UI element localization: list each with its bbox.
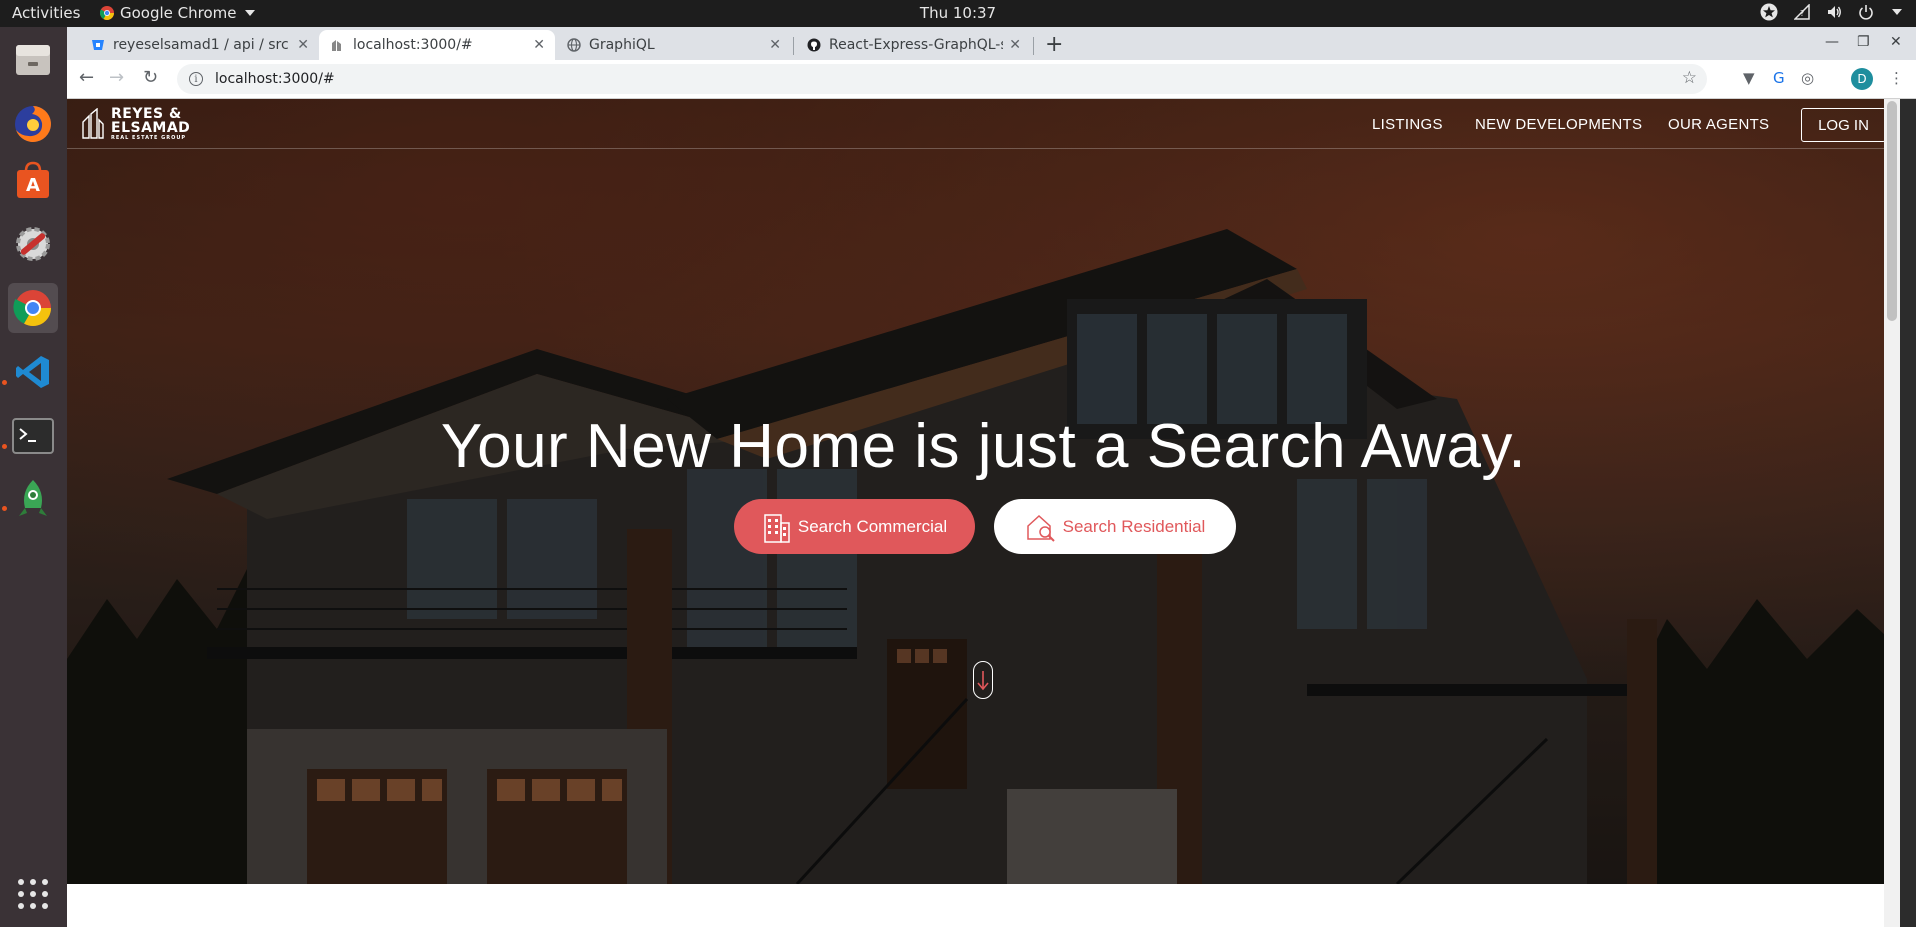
info-icon[interactable]: i xyxy=(189,72,203,86)
volume-icon xyxy=(1828,6,1841,18)
tab-title: GraphiQL xyxy=(589,37,655,53)
chevron-down-icon xyxy=(244,10,255,16)
maximize-button[interactable]: ❐ xyxy=(1857,34,1870,50)
bookmark-star-icon[interactable]: ☆ xyxy=(1682,68,1697,88)
hero-headline: Your New Home is just a Search Away. xyxy=(440,412,1527,481)
dock-vscode[interactable] xyxy=(8,347,58,397)
system-top-bar: Activities Google Chrome Thu 10:37 ? xyxy=(0,0,1916,27)
file-cabinet-icon xyxy=(16,45,50,75)
tab-separator xyxy=(1033,37,1034,55)
site-icon xyxy=(332,40,341,51)
gear-wrench-icon xyxy=(16,227,50,261)
activities-button[interactable]: Activities xyxy=(12,4,80,22)
running-indicator xyxy=(2,380,7,385)
site-logo[interactable]: REYES & ELSAMAD REAL ESTATE GROUP xyxy=(81,107,190,141)
app-menu[interactable]: Google Chrome xyxy=(100,4,255,22)
svg-text:?: ? xyxy=(1800,9,1804,18)
nav-new-developments[interactable]: NEW DEVELOPMENTS xyxy=(1475,116,1642,133)
chrome-icon xyxy=(100,6,114,20)
shopping-bag-icon: A xyxy=(17,161,49,198)
system-tray[interactable]: ? xyxy=(1760,3,1902,21)
profile-avatar[interactable]: D xyxy=(1851,68,1873,90)
scrollbar-thumb[interactable] xyxy=(1887,101,1897,321)
vuetify-extension-icon[interactable]: ▼ xyxy=(1743,69,1755,87)
tab-localhost[interactable]: localhost:3000/# ✕ xyxy=(319,30,555,60)
chrome-icon xyxy=(13,290,52,327)
nav-our-agents[interactable]: OUR AGENTS xyxy=(1668,116,1769,133)
tab-title: reyeselsamad1 / api / src xyxy=(113,37,289,53)
logo-tagline: REAL ESTATE GROUP xyxy=(111,135,187,141)
tab-title: localhost:3000/# xyxy=(353,37,473,53)
bitbucket-icon xyxy=(92,40,104,50)
running-indicator xyxy=(2,506,7,511)
network-icon: ? xyxy=(1794,4,1810,20)
close-icon[interactable]: ✕ xyxy=(769,37,781,53)
page-scrollbar[interactable] xyxy=(1884,99,1900,927)
dock-firefox[interactable] xyxy=(8,99,58,149)
dock: A xyxy=(0,27,67,927)
clock[interactable]: Thu 10:37 xyxy=(920,4,996,22)
logo-line-1: REYES & xyxy=(111,106,182,122)
address-bar[interactable]: i localhost:3000/# ☆ xyxy=(177,64,1707,94)
browser-toolbar: ← → ↻ i localhost:3000/# ☆ ▼ G ◎ D ⋮ xyxy=(67,60,1916,99)
power-icon xyxy=(1859,5,1873,20)
tab-github[interactable]: React-Express-GraphQL-s ✕ xyxy=(795,30,1031,60)
dock-settings[interactable] xyxy=(8,219,58,269)
house-search-icon xyxy=(1026,514,1055,542)
close-icon[interactable]: ✕ xyxy=(533,37,545,53)
close-window-button[interactable]: ✕ xyxy=(1890,34,1902,50)
search-residential-label: Search Residential xyxy=(1062,516,1206,536)
github-icon xyxy=(807,38,821,52)
firefox-icon xyxy=(15,106,51,142)
building-logo-icon xyxy=(82,108,104,139)
logo-line-2: ELSAMAD xyxy=(111,120,191,136)
terminal-icon xyxy=(12,418,54,454)
extension-icon[interactable]: ◎ xyxy=(1801,69,1814,87)
app-name: Google Chrome xyxy=(120,4,237,22)
url-text: localhost:3000/# xyxy=(215,71,335,87)
search-commercial-label: Search Commercial xyxy=(797,516,948,536)
menu-kebab-icon[interactable]: ⋮ xyxy=(1889,69,1904,87)
dock-software-center[interactable]: A xyxy=(8,155,58,205)
dock-terminal[interactable] xyxy=(8,411,58,461)
hero-overlay xyxy=(67,99,1900,884)
translate-extension-icon[interactable]: G xyxy=(1773,69,1785,87)
globe-icon xyxy=(567,38,581,52)
close-icon[interactable]: ✕ xyxy=(1009,37,1021,53)
scroll-down-indicator[interactable] xyxy=(973,661,993,699)
tab-bitbucket[interactable]: reyeselsamad1 / api / src ✕ xyxy=(79,30,319,60)
dock-rocket-app[interactable] xyxy=(8,475,58,525)
minimize-button[interactable]: — xyxy=(1825,34,1839,50)
app-grid-icon xyxy=(18,879,48,909)
forward-button[interactable]: → xyxy=(109,67,124,88)
show-applications-button[interactable] xyxy=(8,869,58,919)
chevron-down-icon xyxy=(1892,9,1902,15)
dock-files[interactable] xyxy=(8,35,58,85)
tab-separator xyxy=(793,37,794,55)
running-indicator xyxy=(2,444,7,449)
arrow-down-icon xyxy=(977,671,989,691)
office-building-icon xyxy=(764,513,790,543)
page-viewport: REYES & ELSAMAD REAL ESTATE GROUP LISTIN… xyxy=(67,99,1900,927)
new-tab-button[interactable]: + xyxy=(1045,32,1063,57)
code-editor-icon xyxy=(16,356,49,388)
reload-button[interactable]: ↻ xyxy=(143,67,158,88)
tab-title: React-Express-GraphQL-s xyxy=(829,37,1004,53)
star-badge-icon xyxy=(1760,3,1778,21)
back-button[interactable]: ← xyxy=(79,67,94,88)
hero-section: REYES & ELSAMAD REAL ESTATE GROUP LISTIN… xyxy=(67,99,1900,884)
rocket-icon xyxy=(19,480,47,516)
search-residential-button[interactable]: Search Residential xyxy=(994,499,1236,554)
tab-strip: reyeselsamad1 / api / src ✕ localhost:30… xyxy=(67,27,1916,60)
browser-window: reyeselsamad1 / api / src ✕ localhost:30… xyxy=(67,27,1916,99)
login-button[interactable]: LOG IN xyxy=(1801,108,1886,142)
svg-text:A: A xyxy=(26,175,40,196)
search-commercial-button[interactable]: Search Commercial xyxy=(734,499,975,554)
site-navbar: REYES & ELSAMAD REAL ESTATE GROUP LISTIN… xyxy=(67,99,1900,149)
dock-chrome[interactable] xyxy=(8,283,58,333)
close-icon[interactable]: ✕ xyxy=(297,37,309,53)
nav-listings[interactable]: LISTINGS xyxy=(1372,116,1443,133)
tab-graphiql[interactable]: GraphiQL ✕ xyxy=(555,30,791,60)
